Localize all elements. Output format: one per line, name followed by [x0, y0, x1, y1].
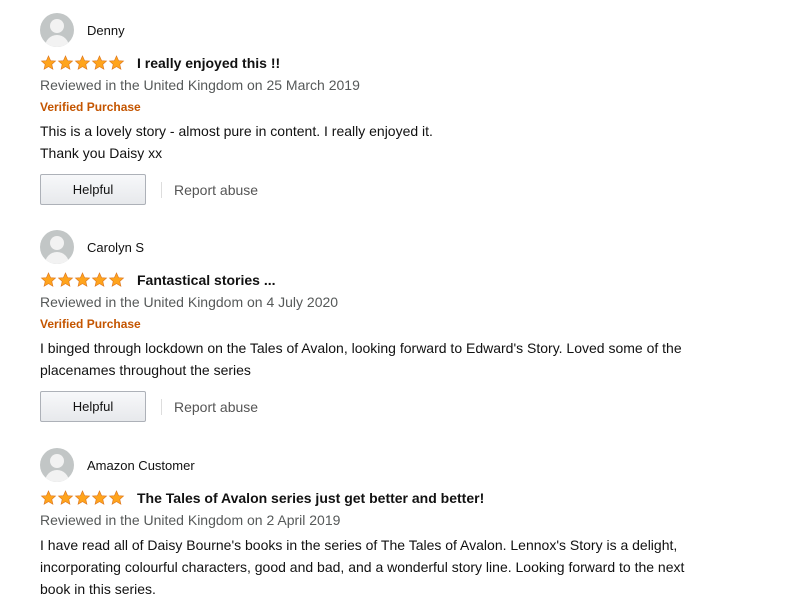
star-icon	[40, 490, 57, 505]
review-card: Carolyn S Fantastical stories ... Review…	[40, 230, 780, 422]
reviewer-name[interactable]: Amazon Customer	[87, 458, 195, 473]
star-icon	[40, 55, 57, 70]
helpful-button[interactable]: Helpful	[40, 174, 146, 205]
avatar-icon	[40, 448, 74, 482]
review-body: I binged through lockdown on the Tales o…	[40, 337, 780, 381]
review-body-line: Thank you Daisy xx	[40, 145, 163, 161]
divider	[161, 398, 162, 415]
review-card: Denny I really enjoyed this !! Reviewed …	[40, 13, 780, 205]
star-rating[interactable]	[40, 272, 125, 288]
star-icon	[91, 490, 108, 505]
reviewer-profile[interactable]: Denny	[40, 13, 780, 47]
review-body-line: This is a lovely story - almost pure in …	[40, 123, 433, 139]
star-icon	[108, 55, 125, 70]
star-rating[interactable]	[40, 490, 125, 506]
helpful-button[interactable]: Helpful	[40, 391, 146, 422]
avatar-icon	[40, 13, 74, 47]
review-title[interactable]: I really enjoyed this !!	[137, 55, 280, 71]
review-body-line: incorporating colourful characters, good…	[40, 559, 685, 575]
avatar-icon	[40, 230, 74, 264]
star-icon	[108, 272, 125, 287]
reviewer-profile[interactable]: Amazon Customer	[40, 448, 780, 482]
review-title[interactable]: The Tales of Avalon series just get bett…	[137, 490, 484, 506]
star-icon	[91, 55, 108, 70]
divider	[161, 181, 162, 198]
review-body: I have read all of Daisy Bourne's books …	[40, 534, 780, 600]
star-icon	[57, 55, 74, 70]
review-body-line: I binged through lockdown on the Tales o…	[40, 340, 682, 356]
report-abuse-link[interactable]: Report abuse	[174, 182, 258, 198]
star-icon	[57, 272, 74, 287]
star-icon	[74, 55, 91, 70]
reviewer-name[interactable]: Carolyn S	[87, 240, 144, 255]
review-body: This is a lovely story - almost pure in …	[40, 120, 780, 164]
review-date: Reviewed in the United Kingdom on 2 Apri…	[40, 512, 341, 528]
review-title[interactable]: Fantastical stories ...	[137, 272, 276, 288]
reviewer-name[interactable]: Denny	[87, 23, 125, 38]
reviewer-profile[interactable]: Carolyn S	[40, 230, 780, 264]
verified-purchase-badge: Verified Purchase	[40, 100, 141, 114]
review-body-line: book in this series.	[40, 581, 156, 597]
verified-purchase-badge: Verified Purchase	[40, 317, 141, 331]
review-date: Reviewed in the United Kingdom on 4 July…	[40, 294, 339, 310]
star-icon	[91, 272, 108, 287]
star-icon	[108, 490, 125, 505]
report-abuse-link[interactable]: Report abuse	[174, 399, 258, 415]
review-body-line: placenames throughout the series	[40, 362, 251, 378]
star-icon	[74, 490, 91, 505]
review-card: Amazon Customer The Tales of Avalon seri…	[40, 448, 780, 600]
star-icon	[74, 272, 91, 287]
star-icon	[40, 272, 57, 287]
review-date: Reviewed in the United Kingdom on 25 Mar…	[40, 77, 360, 93]
review-body-line: I have read all of Daisy Bourne's books …	[40, 537, 678, 553]
star-rating[interactable]	[40, 55, 125, 71]
star-icon	[57, 490, 74, 505]
